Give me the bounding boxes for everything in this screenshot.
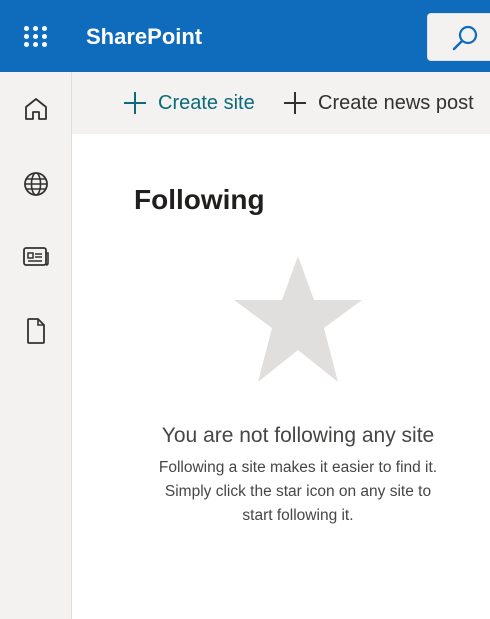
plus-icon <box>122 90 148 116</box>
nav-sites-button[interactable] <box>20 168 52 200</box>
search-icon <box>452 25 478 51</box>
star-icon <box>234 256 362 382</box>
plus-icon <box>282 90 308 116</box>
left-navigation <box>0 72 72 619</box>
command-bar: Create site Create news post <box>72 72 490 134</box>
empty-state-description: Following a site makes it easier to find… <box>72 456 490 528</box>
empty-state-heading: You are not following any site <box>161 424 435 447</box>
app-launcher-icon[interactable] <box>24 26 48 47</box>
empty-state-line: Simply click the star icon on any site t… <box>164 483 432 500</box>
create-site-button[interactable]: Create site <box>122 87 255 119</box>
globe-icon <box>24 172 48 196</box>
create-site-label: Create site <box>158 91 255 114</box>
home-icon <box>25 98 47 120</box>
page-title: Following <box>134 184 265 215</box>
document-icon <box>27 318 45 344</box>
top-bar: SharePoint <box>0 0 490 72</box>
nav-home-button[interactable] <box>20 93 52 125</box>
empty-state-line: start following it. <box>242 507 354 524</box>
create-news-post-label: Create news post <box>318 91 474 114</box>
nav-news-button[interactable] <box>20 241 52 273</box>
empty-state-line: Following a site makes it easier to find… <box>158 459 438 476</box>
search-button[interactable] <box>427 13 490 61</box>
app-title[interactable]: SharePoint <box>86 22 202 52</box>
main-content: Following You are not following any site… <box>72 134 490 619</box>
nav-files-button[interactable] <box>20 315 52 347</box>
news-icon <box>23 247 49 266</box>
create-news-post-button[interactable]: Create news post <box>282 87 474 119</box>
